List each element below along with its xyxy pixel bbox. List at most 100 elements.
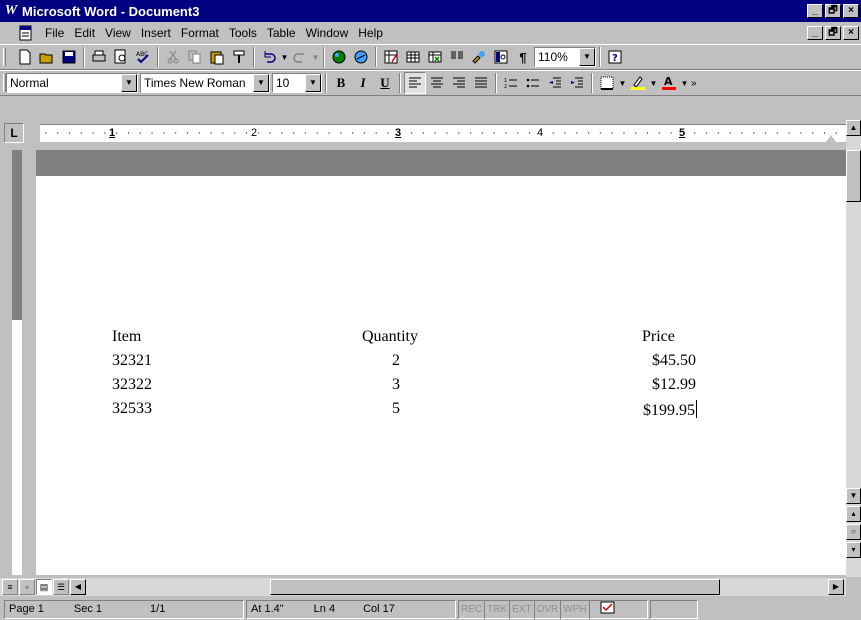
format-painter-icon[interactable] [228, 46, 250, 68]
toolbar-separator [325, 73, 327, 93]
select-browse-object-icon[interactable]: ○ [846, 524, 861, 540]
header-price: Price [642, 328, 675, 345]
justify-icon[interactable] [470, 72, 492, 94]
menu-help[interactable]: Help [353, 24, 388, 42]
menu-tools[interactable]: Tools [224, 24, 262, 42]
underline-button[interactable]: U [374, 72, 396, 94]
document-map-icon[interactable] [490, 46, 512, 68]
open-icon[interactable] [36, 46, 58, 68]
ext-indicator[interactable]: EXT [510, 599, 535, 619]
menu-edit[interactable]: Edit [69, 24, 100, 42]
trk-indicator[interactable]: TRK [485, 599, 511, 619]
close-button[interactable]: × [843, 4, 859, 18]
doc-close-button[interactable]: × [843, 26, 859, 40]
restore-button[interactable]: 🗗 [825, 4, 841, 18]
insert-table-icon[interactable] [402, 46, 424, 68]
align-right-icon[interactable] [448, 72, 470, 94]
undo-dropdown-icon[interactable]: ▼ [280, 53, 289, 62]
font-color-icon[interactable]: A [658, 72, 680, 94]
tab-selector-icon[interactable]: L [4, 123, 24, 143]
doc-minimize-button[interactable]: _ [807, 26, 823, 40]
borders-dropdown-icon[interactable]: ▼ [618, 79, 627, 88]
previous-page-icon[interactable]: ▴ [846, 506, 861, 522]
spelling-status-icon[interactable] [600, 601, 616, 618]
document-control-icon[interactable] [18, 24, 36, 42]
vertical-scroll-thumb[interactable] [846, 150, 861, 202]
columns-icon[interactable] [446, 46, 468, 68]
more-buttons-icon[interactable]: » [691, 78, 697, 89]
font-color-dropdown-icon[interactable]: ▼ [680, 79, 689, 88]
word-app-icon[interactable]: W [3, 3, 19, 19]
outline-view-icon[interactable]: ☰ [53, 579, 69, 595]
font-dropdown-icon[interactable]: ▼ [253, 74, 269, 92]
hyperlink-icon[interactable] [350, 46, 372, 68]
scroll-right-icon[interactable]: ▶ [828, 579, 844, 595]
scroll-up-icon[interactable]: ▲ [846, 120, 861, 136]
scroll-down-icon[interactable]: ▼ [846, 488, 861, 504]
ovr-indicator[interactable]: OVR [535, 599, 562, 619]
style-dropdown-icon[interactable]: ▼ [121, 74, 137, 92]
toolbar-grip[interactable] [3, 48, 6, 66]
print-icon[interactable] [88, 46, 110, 68]
web-layout-view-icon[interactable]: ▫ [19, 579, 35, 595]
help-icon[interactable]: ? [604, 46, 626, 68]
redo-dropdown-icon[interactable]: ▼ [311, 53, 320, 62]
bullets-icon[interactable] [522, 72, 544, 94]
zoom-combo[interactable]: 110% ▼ [534, 47, 596, 67]
tables-borders-icon[interactable] [380, 46, 402, 68]
numbering-icon[interactable]: 12 [500, 72, 522, 94]
undo-icon[interactable] [258, 46, 280, 68]
wph-indicator[interactable]: WPH [561, 599, 590, 619]
menu-view[interactable]: View [100, 24, 136, 42]
horizontal-scrollbar[interactable]: ≡ ▫ ▤ ☰ ◀ ▶ [0, 578, 846, 596]
rec-indicator[interactable]: REC [459, 599, 486, 619]
document-page[interactable]: Item Quantity Price 32321 2 $45.50 32322… [36, 150, 846, 575]
font-combo[interactable]: Times New Roman ▼ [140, 73, 270, 93]
copy-icon[interactable] [184, 46, 206, 68]
toolbar-separator [591, 73, 593, 93]
minimize-button[interactable]: _ [807, 4, 823, 18]
cut-icon[interactable] [162, 46, 184, 68]
new-icon[interactable] [14, 46, 36, 68]
drawing-icon[interactable] [468, 46, 490, 68]
font-size-combo[interactable]: 10 ▼ [272, 73, 322, 93]
normal-view-icon[interactable]: ≡ [2, 579, 18, 595]
font-size-dropdown-icon[interactable]: ▼ [305, 74, 321, 92]
borders-icon[interactable] [596, 72, 618, 94]
horizontal-scroll-thumb[interactable] [270, 579, 720, 595]
highlight-dropdown-icon[interactable]: ▼ [649, 79, 658, 88]
menu-table[interactable]: Table [262, 24, 301, 42]
right-indent-marker[interactable] [826, 135, 836, 142]
next-page-icon[interactable]: ▾ [846, 542, 861, 558]
highlight-icon[interactable] [627, 72, 649, 94]
style-combo[interactable]: Normal ▼ [6, 73, 138, 93]
redo-icon[interactable] [289, 46, 311, 68]
print-preview-icon[interactable] [110, 46, 132, 68]
italic-button[interactable]: I [352, 72, 374, 94]
scroll-left-icon[interactable]: ◀ [70, 579, 86, 595]
status-page-info: Page 1 Sec 1 1/1 [4, 599, 244, 619]
menu-insert[interactable]: Insert [136, 24, 176, 42]
paste-icon[interactable] [206, 46, 228, 68]
doc-restore-button[interactable]: 🗗 [825, 26, 841, 40]
align-left-icon[interactable] [404, 72, 426, 94]
insert-excel-icon[interactable] [424, 46, 446, 68]
toolbar-separator [253, 47, 255, 67]
decrease-indent-icon[interactable] [544, 72, 566, 94]
menu-format[interactable]: Format [176, 24, 224, 42]
show-hide-icon[interactable]: ¶ [512, 46, 534, 68]
vertical-scrollbar[interactable]: ▲ ▼ ▴ ○ ▾ [846, 120, 861, 577]
menu-window[interactable]: Window [301, 24, 354, 42]
spelling-icon[interactable]: ABC [132, 46, 154, 68]
zoom-value: 110% [538, 50, 568, 64]
print-layout-view-icon[interactable]: ▤ [36, 579, 52, 595]
menu-file[interactable]: File [40, 24, 69, 42]
zoom-dropdown-icon[interactable]: ▼ [579, 48, 595, 66]
ruler-strip[interactable]: 1 2 3 4 5 [40, 124, 848, 142]
increase-indent-icon[interactable] [566, 72, 588, 94]
bold-button[interactable]: B [330, 72, 352, 94]
save-icon[interactable] [58, 46, 80, 68]
style-value: Normal [10, 76, 49, 90]
web-toolbar-icon[interactable] [328, 46, 350, 68]
center-icon[interactable] [426, 72, 448, 94]
